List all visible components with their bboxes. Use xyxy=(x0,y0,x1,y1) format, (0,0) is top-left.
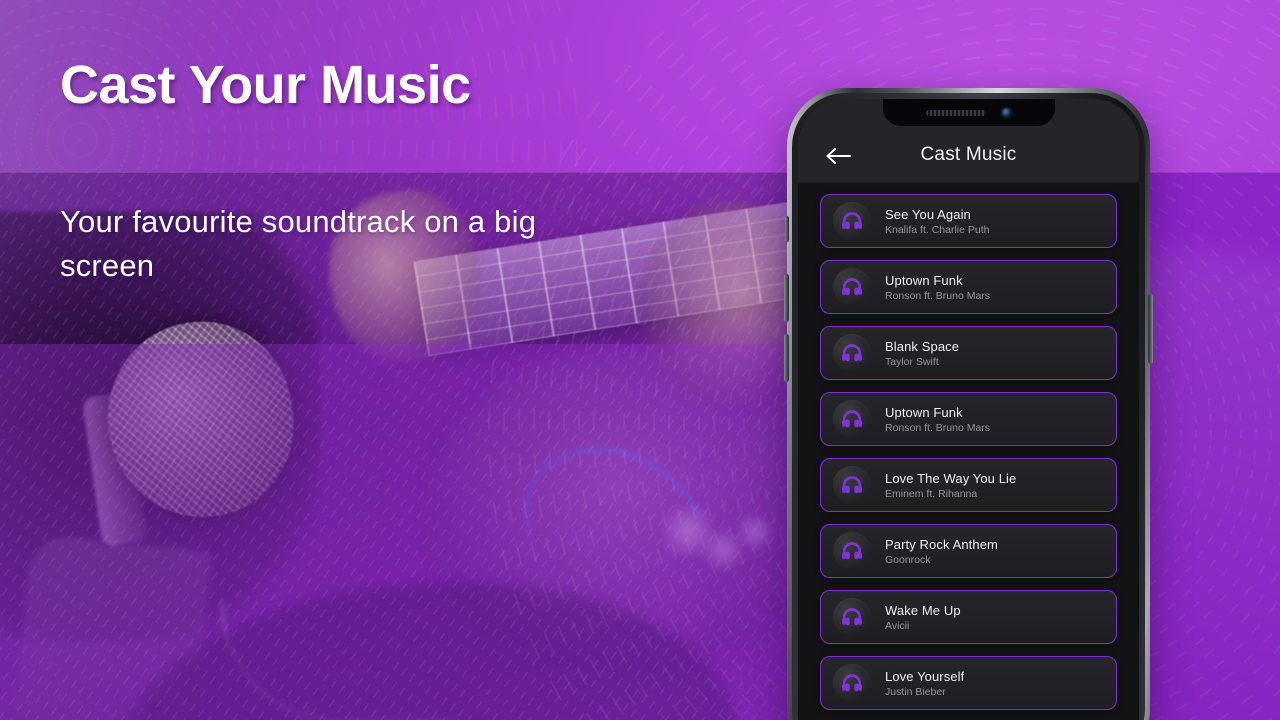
song-list-item[interactable]: Party Rock Anthem Goonrock xyxy=(820,524,1117,578)
song-meta: See You Again Knalifa ft. Charlie Puth xyxy=(885,207,989,236)
song-artist: Ronson ft. Bruno Mars xyxy=(885,421,991,434)
song-meta: Uptown Funk Ronson ft. Bruno Mars xyxy=(885,405,990,434)
song-list-item[interactable]: Uptown Funk Ronson ft. Bruno Mars xyxy=(820,392,1117,446)
song-list-item[interactable]: See You Again Knalifa ft. Charlie Puth xyxy=(820,194,1117,248)
song-thumbnail xyxy=(833,532,871,570)
song-thumbnail xyxy=(833,598,871,636)
page-title: Cast Your Music xyxy=(60,55,471,115)
song-title: Love The Way You Lie xyxy=(885,470,1017,486)
headphones-icon xyxy=(842,344,862,362)
song-artist: Knalifa ft. Charlie Puth xyxy=(885,223,990,236)
song-thumbnail xyxy=(833,466,871,504)
front-camera-icon xyxy=(1002,108,1011,117)
headphones-icon xyxy=(842,212,862,230)
song-artist: Justin Bieber xyxy=(885,685,946,698)
song-artist: Avicii xyxy=(885,619,910,632)
song-title: Party Rock Anthem xyxy=(885,536,998,552)
song-artist: Taylor Swift xyxy=(885,355,939,368)
headphones-icon xyxy=(842,476,862,494)
song-list-item[interactable]: Blank Space Taylor Swift xyxy=(820,326,1117,380)
headphones-icon xyxy=(842,410,862,428)
song-meta: Uptown Funk Ronson ft. Bruno Mars xyxy=(885,273,990,302)
song-thumbnail xyxy=(833,664,871,702)
song-list-item[interactable]: Uptown Funk Ronson ft. Bruno Mars xyxy=(820,260,1117,314)
volume-down-button[interactable] xyxy=(784,334,789,382)
headphones-icon xyxy=(842,278,862,296)
page-subtitle: Your favourite soundtrack on a big scree… xyxy=(60,204,537,284)
headphones-icon xyxy=(842,608,862,626)
song-list-item[interactable]: Love The Way You Lie Eminem ft. Rihanna xyxy=(820,458,1117,512)
song-title: Blank Space xyxy=(885,338,960,354)
song-thumbnail xyxy=(833,334,871,372)
phone-screen: Cast Music See You Again Knalifa ft. Cha… xyxy=(798,99,1139,720)
song-meta: Love Yourself Justin Bieber xyxy=(885,669,964,698)
phone-mockup: Cast Music See You Again Knalifa ft. Cha… xyxy=(784,88,1153,720)
song-meta: Blank Space Taylor Swift xyxy=(885,339,959,368)
speaker-grille-icon xyxy=(926,109,986,116)
phone-notch xyxy=(882,99,1055,126)
song-thumbnail xyxy=(833,202,871,240)
song-title: Uptown Funk xyxy=(885,404,963,420)
power-button[interactable] xyxy=(1148,294,1153,364)
volume-up-button[interactable] xyxy=(784,274,789,322)
song-meta: Love The Way You Lie Eminem ft. Rihanna xyxy=(885,471,1016,500)
song-meta: Party Rock Anthem Goonrock xyxy=(885,537,998,566)
song-artist: Goonrock xyxy=(885,553,931,566)
song-list[interactable]: See You Again Knalifa ft. Charlie Puth U… xyxy=(798,184,1139,720)
song-artist: Ronson ft. Bruno Mars xyxy=(885,289,991,302)
back-arrow-icon[interactable] xyxy=(826,146,852,166)
headphones-icon xyxy=(842,674,862,692)
song-list-item[interactable]: Wake Me Up Avicii xyxy=(820,590,1117,644)
song-title: Wake Me Up xyxy=(885,602,961,618)
song-title: See You Again xyxy=(885,206,971,222)
song-thumbnail xyxy=(833,268,871,306)
song-thumbnail xyxy=(833,400,871,438)
song-title: Love Yourself xyxy=(885,668,965,684)
headphones-icon xyxy=(842,542,862,560)
song-title: Uptown Funk xyxy=(885,272,963,288)
silent-switch-button[interactable] xyxy=(785,216,789,242)
song-artist: Eminem ft. Rihanna xyxy=(885,487,978,500)
song-meta: Wake Me Up Avicii xyxy=(885,603,961,632)
song-list-item[interactable]: Love Yourself Justin Bieber xyxy=(820,656,1117,710)
promo-banner: Cast Your Music Your favourite soundtrac… xyxy=(0,0,1280,720)
